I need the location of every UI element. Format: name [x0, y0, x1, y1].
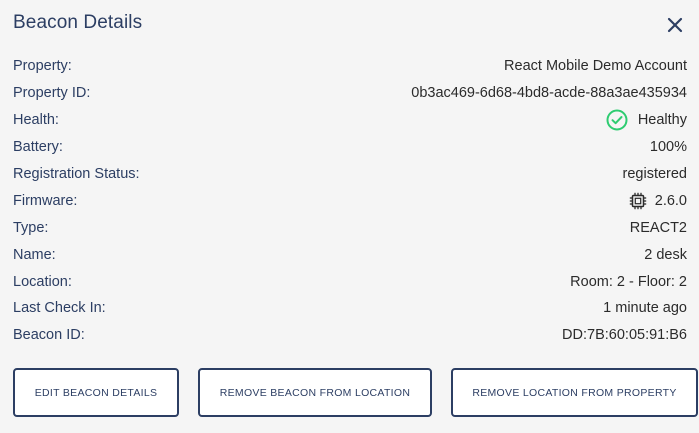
- detail-label: Type:: [13, 219, 49, 236]
- detail-label: Property:: [13, 58, 72, 75]
- detail-label: Beacon ID:: [13, 327, 85, 344]
- detail-value: registered: [622, 166, 687, 182]
- check-circle-icon: [606, 109, 628, 131]
- detail-row-beacon-id: Beacon ID: DD:7B:60:05:91:B6: [13, 322, 687, 349]
- detail-label: Last Check In:: [13, 300, 106, 317]
- detail-label: Firmware:: [13, 192, 78, 209]
- detail-value: 100%: [649, 139, 687, 156]
- remove-location-from-property-button[interactable]: REMOVE LOCATION FROM PROPERTY: [451, 368, 698, 417]
- edit-beacon-details-button[interactable]: EDIT BEACON DETAILS: [13, 368, 179, 417]
- detail-value: REACT2: [629, 219, 687, 236]
- detail-row-name: Name: 2 desk: [13, 241, 687, 268]
- detail-value: 2 desk: [644, 246, 687, 263]
- health-text: Healthy: [637, 112, 687, 129]
- detail-row-last-check-in: Last Check In: 1 minute ago: [13, 295, 687, 322]
- detail-row-firmware: Firmware: 2.6.0: [13, 187, 687, 214]
- details-list: Property: React Mobile Demo Account Prop…: [13, 53, 687, 349]
- detail-value: 1 minute ago: [603, 300, 687, 317]
- beacon-details-panel: Beacon Details Property: React Mobile De…: [0, 0, 699, 433]
- firmware-text: 2.6.0: [654, 192, 687, 209]
- firmware-value: 2.6.0: [629, 192, 687, 210]
- health-value: Healthy: [606, 109, 687, 131]
- detail-value: Room: 2 - Floor: 2: [570, 273, 687, 290]
- chip-icon: [629, 192, 647, 210]
- detail-row-type: Type: REACT2: [13, 214, 687, 241]
- detail-label: Location:: [13, 273, 72, 290]
- detail-label: Registration Status:: [13, 166, 140, 182]
- detail-value: 0b3ac469-6d68-4bd8-acde-88a3ae435934: [411, 85, 687, 102]
- detail-row-health: Health: Healthy: [13, 107, 687, 134]
- action-buttons: EDIT BEACON DETAILS REMOVE BEACON FROM L…: [13, 368, 698, 418]
- detail-label: Property ID:: [13, 85, 91, 102]
- close-icon[interactable]: [664, 14, 686, 36]
- detail-value: React Mobile Demo Account: [504, 58, 687, 75]
- detail-value: DD:7B:60:05:91:B6: [562, 327, 687, 344]
- detail-row-property: Property: React Mobile Demo Account: [13, 53, 687, 80]
- detail-label: Name:: [13, 246, 56, 263]
- detail-row-registration-status: Registration Status: registered: [13, 161, 687, 188]
- detail-row-property-id: Property ID: 0b3ac469-6d68-4bd8-acde-88a…: [13, 80, 687, 107]
- detail-row-battery: Battery: 100%: [13, 134, 687, 161]
- remove-beacon-from-location-button[interactable]: REMOVE BEACON FROM LOCATION: [198, 368, 432, 417]
- detail-label: Health:: [13, 112, 59, 129]
- detail-label: Battery:: [13, 139, 63, 156]
- detail-row-location: Location: Room: 2 - Floor: 2: [13, 268, 687, 295]
- panel-title: Beacon Details: [13, 12, 143, 33]
